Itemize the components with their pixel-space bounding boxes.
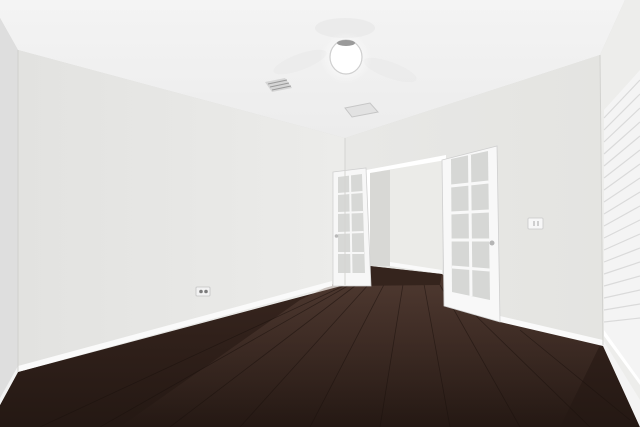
- window-blinds: [603, 70, 640, 385]
- french-door-left[interactable]: [332, 167, 372, 287]
- left-corner-wall: [0, 18, 18, 405]
- light-switch[interactable]: [527, 217, 544, 230]
- wall-outlet: [195, 286, 211, 297]
- french-door-right[interactable]: [441, 145, 501, 323]
- door-knob-left[interactable]: [334, 234, 339, 238]
- door-knob-right[interactable]: [489, 240, 495, 246]
- room-illustration: [0, 0, 640, 427]
- room-photo: [0, 0, 640, 427]
